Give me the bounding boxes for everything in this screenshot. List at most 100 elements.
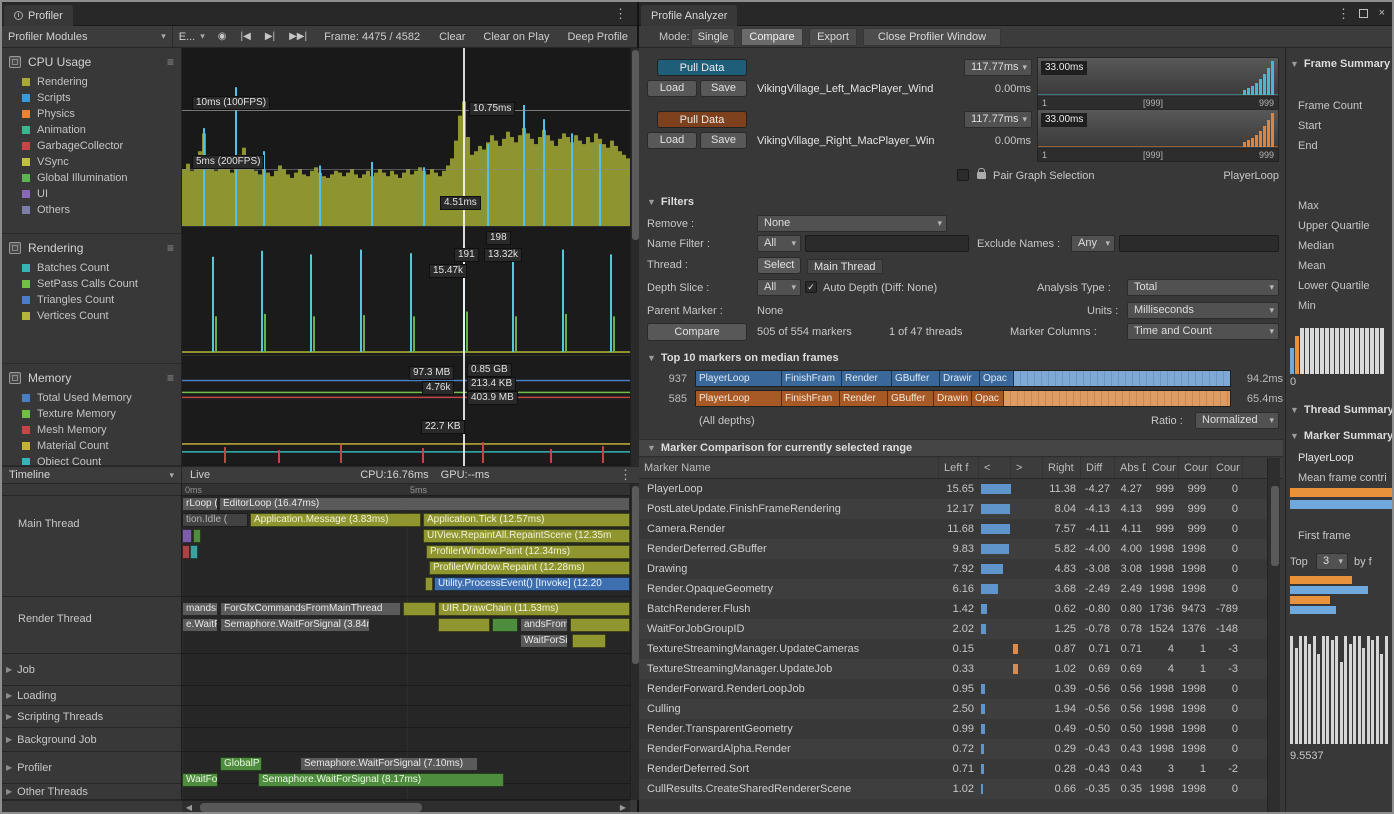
- previous-frame-icon[interactable]: |◀: [241, 31, 251, 42]
- timeline-span[interactable]: [182, 545, 190, 559]
- column-header-right-bar[interactable]: >: [1011, 458, 1043, 478]
- marker-columns-dropdown[interactable]: Time and Count ▾: [1127, 323, 1279, 340]
- top10-bar[interactable]: PlayerLoopFinishFramRenderGBufferDrawirO…: [695, 370, 1231, 387]
- comparison-scrollbar-thumb[interactable]: [1271, 486, 1279, 566]
- timeline-span[interactable]: ForGfxCommandsFromMainThread: [220, 602, 401, 616]
- top10-section-title[interactable]: ▼Top 10 markers on median frames: [647, 352, 839, 364]
- column-header-count-diff[interactable]: Cour: [1211, 458, 1243, 478]
- timeline-span[interactable]: [570, 618, 630, 632]
- comparison-section-title[interactable]: ▼Marker Comparison for currently selecte…: [639, 439, 1283, 457]
- top10-segment[interactable]: Opac: [972, 391, 1004, 406]
- marker-row[interactable]: RenderDeferred.Sort0.710.28-0.430.4331-2: [639, 759, 1267, 779]
- timeline-span[interactable]: EditorLoop (16.47ms): [219, 497, 630, 511]
- top10-segment[interactable]: PlayerLoop: [696, 371, 782, 386]
- legend-item-object-count[interactable]: Object Count: [2, 454, 181, 466]
- thread-row-render-thread[interactable]: Render Thread: [2, 597, 181, 654]
- timeline-span[interactable]: tion.Idle (: [182, 513, 248, 527]
- memory-chart[interactable]: [182, 355, 630, 464]
- record-icon[interactable]: ◉: [218, 31, 227, 42]
- tab-profiler[interactable]: Profiler: [4, 5, 73, 26]
- top10-segment[interactable]: GBuffer: [892, 371, 940, 386]
- clear-on-play-button[interactable]: Clear on Play: [483, 31, 549, 43]
- legend-item-others[interactable]: Others: [2, 202, 181, 218]
- top-n-dropdown[interactable]: 3 ▾: [1316, 553, 1348, 570]
- legend-item-texture-memory[interactable]: Texture Memory: [2, 406, 181, 422]
- frame-summary-title[interactable]: ▼Frame Summary: [1290, 58, 1390, 70]
- dataset-right-range-dropdown[interactable]: 117.77ms ▾: [964, 111, 1032, 128]
- marker-row[interactable]: RenderForwardAlpha.Render0.720.29-0.430.…: [639, 739, 1267, 759]
- timeline-span[interactable]: [182, 529, 192, 543]
- top10-bar[interactable]: PlayerLoopFinishFranRenderGBufferDrawinO…: [695, 390, 1231, 407]
- profiler-charts-area[interactable]: 10ms (100FPS) 5ms (200FPS) 10.75ms 4.51m…: [182, 48, 630, 466]
- name-filter-input[interactable]: [805, 235, 969, 252]
- foldout-closed-icon[interactable]: ▶: [6, 712, 12, 721]
- timeline-span[interactable]: Semaphore.WaitForSignal (7.10ms): [300, 757, 478, 771]
- timeline-span[interactable]: ProfilerWindow.Repaint (12.28ms): [429, 561, 630, 575]
- column-header-right[interactable]: Right: [1043, 458, 1081, 478]
- top10-segment[interactable]: GBuffer: [888, 391, 934, 406]
- marker-row[interactable]: Drawing7.924.83-3.083.08199819980: [639, 559, 1267, 579]
- foldout-closed-icon[interactable]: ▶: [6, 735, 12, 744]
- timeline-span[interactable]: mandsFromM: [182, 602, 218, 616]
- column-header-marker-name[interactable]: Marker Name: [639, 458, 939, 478]
- next-frame-icon[interactable]: ▶|: [265, 31, 275, 42]
- module-menu-icon[interactable]: ≡: [167, 241, 174, 255]
- marker-row[interactable]: RenderDeferred.GBuffer9.835.82-4.004.001…: [639, 539, 1267, 559]
- pull-data-right-button[interactable]: Pull Data: [657, 111, 747, 128]
- column-header-count-right[interactable]: Cour: [1179, 458, 1211, 478]
- legend-item-mesh-memory[interactable]: Mesh Memory: [2, 422, 181, 438]
- module-header-memory[interactable]: Memory≡: [2, 366, 181, 390]
- legend-item-setpass-calls-count[interactable]: SetPass Calls Count: [2, 276, 181, 292]
- load-left-button[interactable]: Load: [647, 80, 697, 97]
- ratio-dropdown[interactable]: Normalized ▾: [1195, 412, 1279, 429]
- comparison-scrollbar[interactable]: [1267, 458, 1280, 814]
- module-header-cpu-usage[interactable]: CPU Usage≡: [2, 50, 181, 74]
- timeline-span[interactable]: UIR.DrawChain (11.53ms): [438, 602, 630, 616]
- timeline-span[interactable]: [190, 545, 198, 559]
- marker-row[interactable]: BatchRenderer.Flush1.420.62-0.800.801736…: [639, 599, 1267, 619]
- timeline-span[interactable]: [492, 618, 518, 632]
- marker-row[interactable]: PostLateUpdate.FinishFrameRendering12.17…: [639, 499, 1267, 519]
- timeline-scrollbar-thumb[interactable]: [632, 486, 639, 664]
- last-frame-icon[interactable]: ▶▶|: [289, 31, 307, 42]
- timeline-content[interactable]: 0ms 5ms rLoop (1.6EditorLoop (16.47ms)ti…: [182, 484, 630, 800]
- marker-row[interactable]: Camera.Render11.687.57-4.114.119999990: [639, 519, 1267, 539]
- legend-item-triangles-count[interactable]: Triangles Count: [2, 292, 181, 308]
- name-filter-mode-dropdown[interactable]: All ▾: [757, 235, 801, 252]
- legend-item-ui[interactable]: UI: [2, 186, 181, 202]
- foldout-closed-icon[interactable]: ▶: [6, 691, 12, 700]
- marker-summary-histogram[interactable]: [1290, 632, 1394, 744]
- load-right-button[interactable]: Load: [647, 132, 697, 149]
- compare-button[interactable]: Compare: [647, 323, 747, 341]
- legend-item-physics[interactable]: Physics: [2, 106, 181, 122]
- filters-section-title[interactable]: ▼Filters: [647, 196, 694, 208]
- foldout-closed-icon[interactable]: ▶: [6, 787, 12, 796]
- timeline-span[interactable]: andsFrom: [520, 618, 568, 632]
- marker-row[interactable]: TextureStreamingManager.UpdateCameras0.1…: [639, 639, 1267, 659]
- exclude-mode-dropdown[interactable]: Any ▾: [1071, 235, 1115, 252]
- frame-summary-histogram[interactable]: [1290, 324, 1394, 374]
- timeline-span[interactable]: Semaphore.WaitForSignal (8.17ms): [258, 773, 504, 787]
- thread-summary-title[interactable]: ▼Thread Summary: [1290, 404, 1394, 416]
- top10-segment[interactable]: PlayerLoop: [696, 391, 782, 406]
- legend-item-batches-count[interactable]: Batches Count: [2, 260, 181, 276]
- timeline-span[interactable]: [572, 634, 606, 648]
- clear-button[interactable]: Clear: [439, 31, 465, 43]
- timeline-span[interactable]: Utility.ProcessEvent() [Invoke] (12.20: [434, 577, 630, 591]
- foldout-closed-icon[interactable]: ▶: [6, 665, 12, 674]
- analysis-type-dropdown[interactable]: Total ▾: [1127, 279, 1279, 296]
- column-header-count-left[interactable]: Cour: [1147, 458, 1179, 478]
- timeline-span[interactable]: GlobalP: [220, 757, 262, 771]
- profiler-window-menu-icon[interactable]: ⋮: [614, 6, 627, 22]
- timeline-span[interactable]: Application.Tick (12.57ms): [423, 513, 630, 527]
- top10-segment[interactable]: Opac: [980, 371, 1014, 386]
- thread-select-button[interactable]: Select: [757, 257, 801, 274]
- legend-item-animation[interactable]: Animation: [2, 122, 181, 138]
- timeline-menu-icon[interactable]: ⋮: [619, 467, 632, 483]
- top10-segment[interactable]: FinishFran: [782, 391, 840, 406]
- timeline-span[interactable]: ProfilerWindow.Paint (12.34ms): [426, 545, 630, 559]
- timeline-hscrollbar[interactable]: ◀ ▶: [182, 800, 630, 814]
- timeline-scrollbar[interactable]: [630, 484, 639, 800]
- timeline-span[interactable]: WaitForSign: [182, 773, 218, 787]
- auto-depth-checkbox[interactable]: ✓: [805, 281, 817, 293]
